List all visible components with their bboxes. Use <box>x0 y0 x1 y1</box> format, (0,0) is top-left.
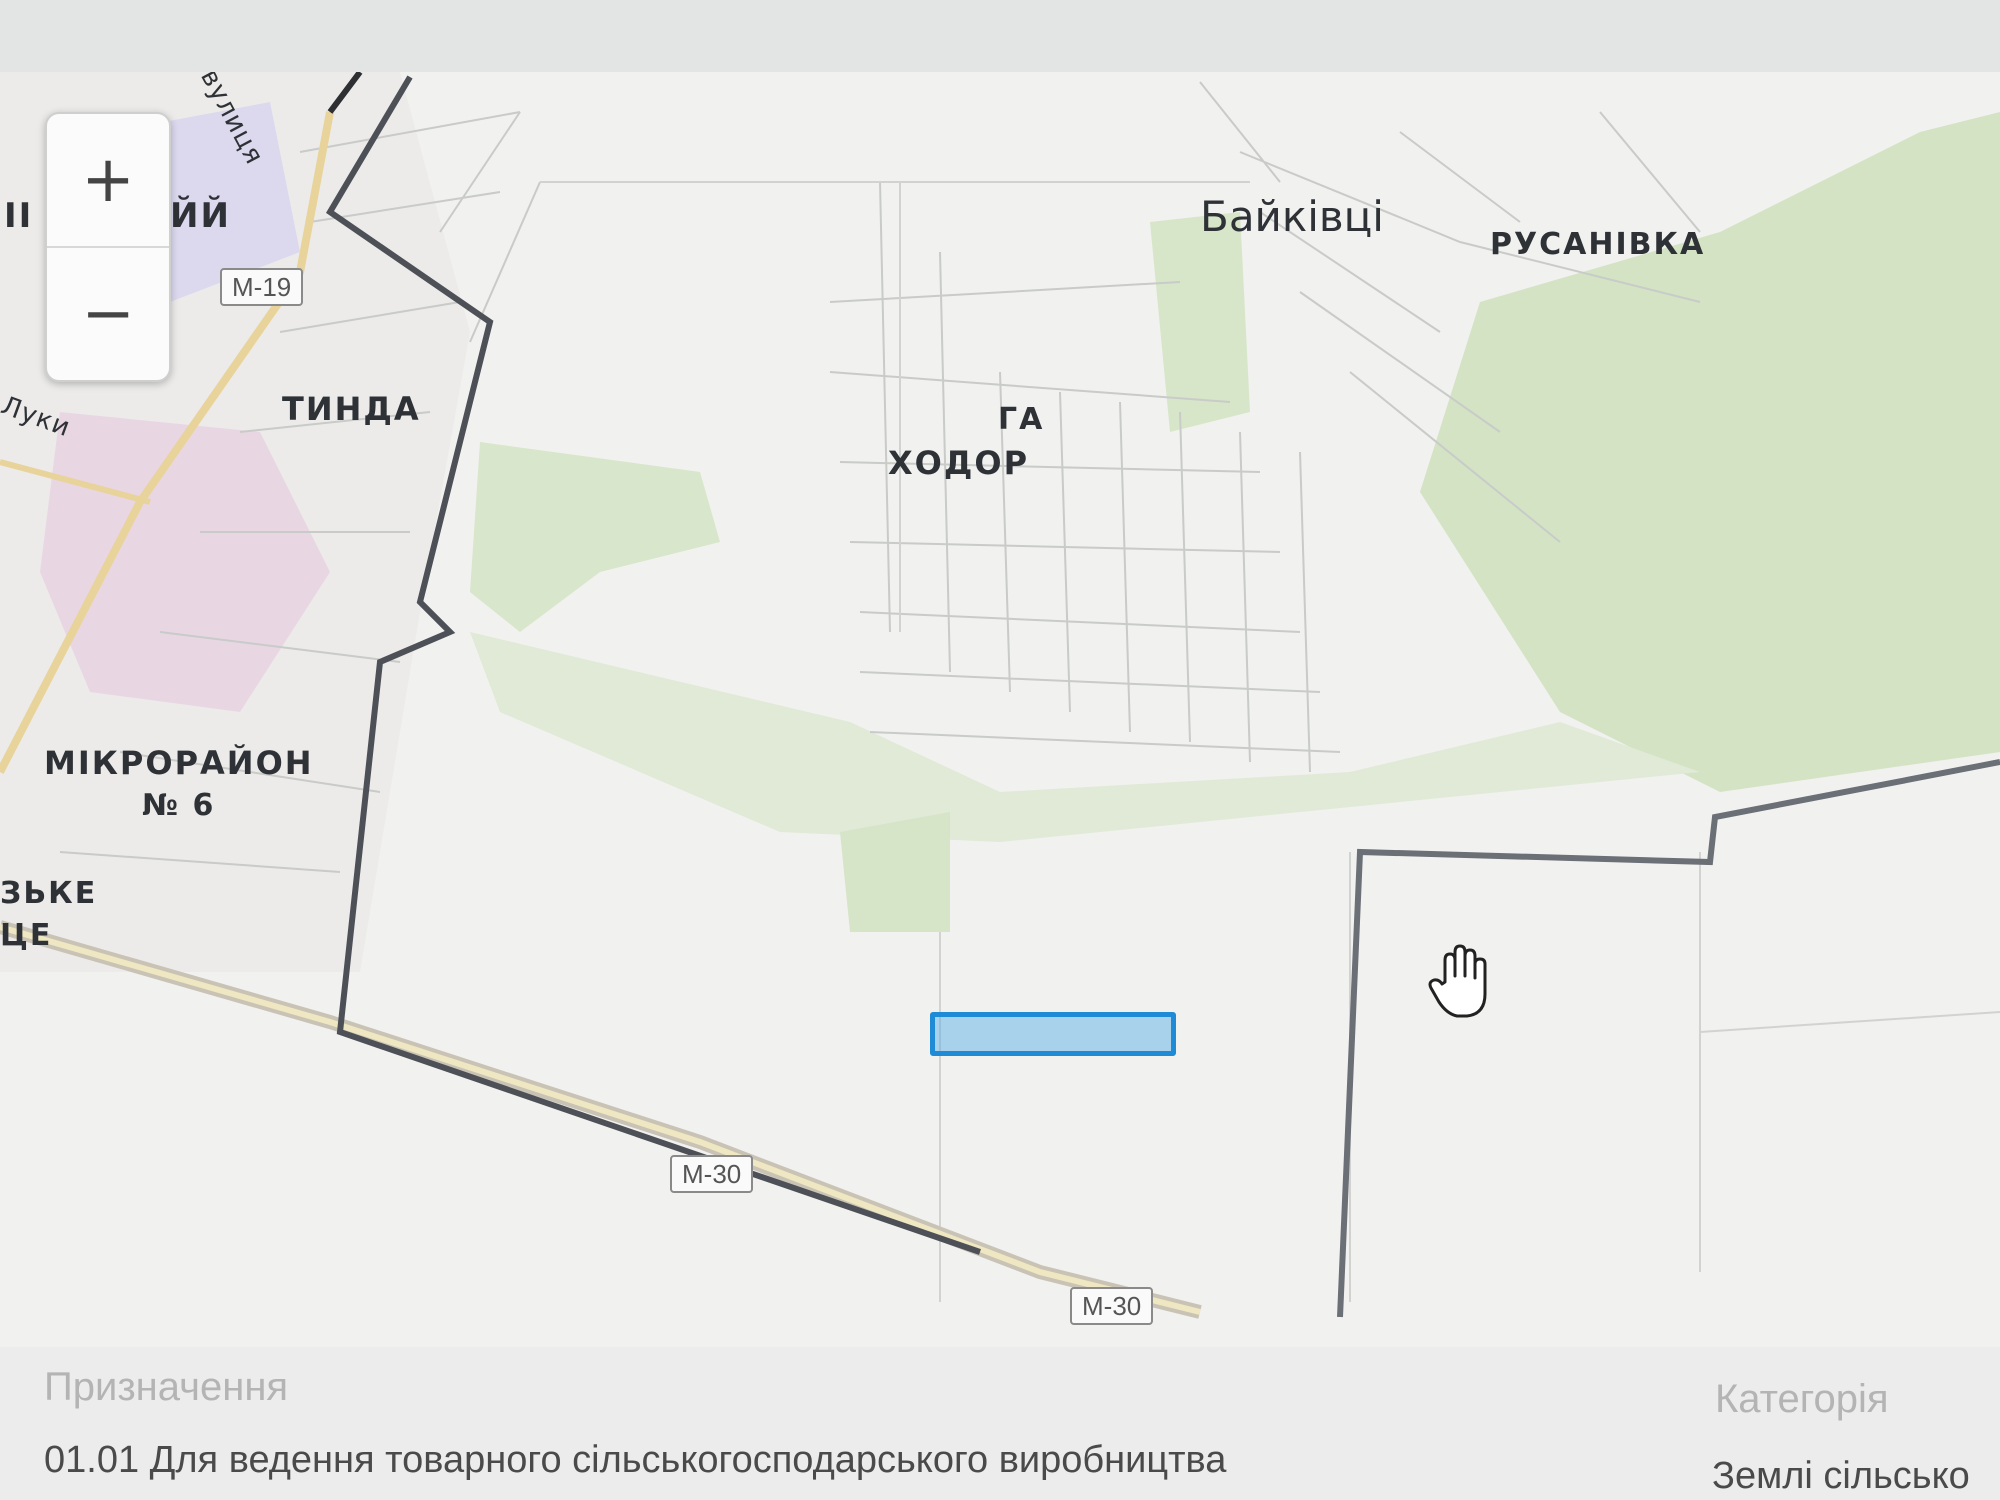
map-canvas[interactable] <box>0 72 2000 1347</box>
selected-parcel-highlight[interactable] <box>930 1012 1176 1056</box>
community-boundary <box>1337 759 2000 1318</box>
parcel-info-panel: Призначення 01.01 Для ведення товарного … <box>0 1347 2000 1500</box>
label-mikroraion-number: № 6 <box>142 788 216 823</box>
label-khodory: ХОДОР <box>888 444 1030 482</box>
label-tse-partial: ЦЕ <box>0 918 53 953</box>
browser-top-bar <box>0 0 2000 72</box>
label-mikroraion: МІКРОРАЙОН <box>44 744 314 782</box>
label-zke-partial: ЗЬКЕ <box>0 876 98 911</box>
category-label: Категорія <box>1715 1377 1889 1421</box>
label-bayikivtsi: Байківці <box>1200 192 1384 241</box>
label-rusanivka: РУСАНІВКА <box>1490 227 1706 262</box>
green-patch-center <box>840 812 950 932</box>
zoom-control: + − <box>45 112 171 382</box>
label-ga-partial: ГА <box>998 402 1045 437</box>
road-shield-m30-west: M-30 <box>670 1155 754 1193</box>
label-ii-partial: ІІ <box>4 196 34 236</box>
purpose-label: Призначення <box>44 1365 289 1409</box>
category-value: Землі сільсько <box>1712 1455 1970 1497</box>
purpose-value: 01.01 Для ведення товарного сільськогосп… <box>44 1439 1227 1481</box>
road-shield-m30-east: M-30 <box>1070 1287 1154 1325</box>
zoom-out-button[interactable]: − <box>47 246 169 380</box>
green-field-west <box>470 442 720 632</box>
road-shield-m19: M-19 <box>220 268 304 306</box>
green-area-east <box>1420 112 2000 792</box>
hand-cursor-icon <box>1428 944 1487 1018</box>
label-tynda: ТИНДА <box>282 390 421 428</box>
green-belt <box>470 632 1700 842</box>
map-viewport[interactable]: M-19 M-30 M-30 Байківці РУСАНІВКА ТИНДА … <box>0 72 2000 1347</box>
label-yi-partial: ЙЙ <box>170 196 231 236</box>
zoom-in-button[interactable]: + <box>47 114 169 246</box>
